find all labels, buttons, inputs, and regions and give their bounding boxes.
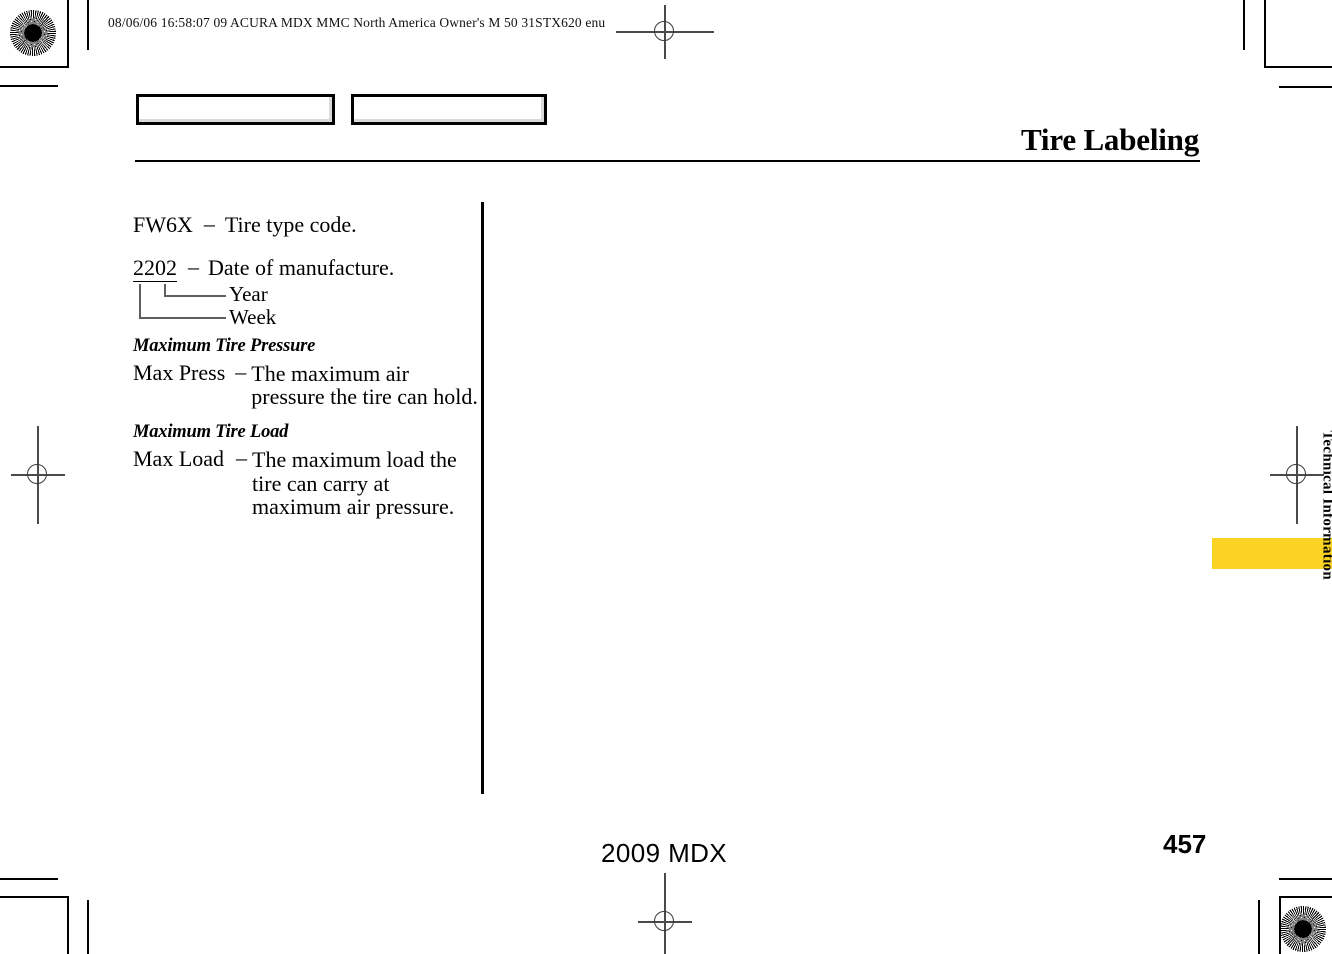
registration-crosshair-bottom-center <box>638 873 692 954</box>
leader-line-week-vertical <box>139 283 141 319</box>
leader-line-year-horizontal <box>164 294 226 297</box>
section-tab-label: Technical Information <box>1320 430 1332 580</box>
definition-description: The maximum air pressure the tire can ho… <box>251 360 478 410</box>
callout-label-week: Week <box>229 304 277 329</box>
crop-mark-bottom-left-vertical <box>67 896 69 954</box>
print-slug-line: 08/06/06 16:58:07 09 ACURA MDX MMC North… <box>108 15 606 30</box>
content-column: FW6X – Tire type code. 2202 – Date of ma… <box>133 211 478 520</box>
header-box-right <box>351 94 547 125</box>
definition-dash: – <box>203 211 215 236</box>
crop-mark-top-right-vertical <box>1264 0 1266 68</box>
title-divider-rule <box>135 160 1200 162</box>
crop-mark-top-left-vertical <box>67 0 69 68</box>
leader-line-week-horizontal <box>139 316 226 319</box>
definition-description: Tire type code. <box>224 212 357 237</box>
definition-date-of-manufacture: 2202 – Date of manufacture. <box>133 253 478 282</box>
page-title: Tire Labeling <box>1021 122 1199 157</box>
crop-mark-bottom-right-outer-horizontal <box>1279 878 1332 880</box>
crop-mark-top-right-outer-horizontal <box>1279 86 1332 88</box>
definition-description: The maximum load the tire can carry at m… <box>252 447 457 519</box>
footer-model-year: 2009 MDX <box>601 838 728 868</box>
crop-mark-top-right-horizontal <box>1264 66 1332 68</box>
callout-label-year: Year <box>229 281 268 306</box>
crop-mark-bottom-left-outer-vertical <box>87 900 89 954</box>
document-page: 08/06/06 16:58:07 09 ACURA MDX MMC North… <box>0 0 1332 954</box>
column-divider <box>481 202 484 794</box>
crop-mark-bottom-right-outer-vertical <box>1258 900 1260 954</box>
definition-term: Max Load <box>133 446 225 472</box>
header-box-left <box>136 94 335 125</box>
crop-mark-bottom-right-vertical <box>1279 896 1281 954</box>
definition-dash: – <box>236 445 248 471</box>
date-code-callout-diagram: Year Week <box>133 281 478 334</box>
definition-dash: – <box>188 253 199 279</box>
definition-max-load: Max Load – The maximum load the tire can… <box>133 445 478 519</box>
definition-tire-type-code: FW6X – Tire type code. <box>133 211 478 237</box>
section-tab-swatch <box>1212 538 1332 569</box>
crop-mark-top-left-outer-vertical <box>87 0 89 50</box>
registration-crosshair-right-center <box>1270 426 1324 524</box>
definition-description: Date of manufacture. <box>208 254 395 280</box>
registration-crosshair-left-center <box>11 426 65 524</box>
crop-mark-bottom-right-horizontal <box>1279 896 1332 898</box>
section-heading-maximum-tire-load: Maximum Tire Load <box>133 422 289 443</box>
crop-mark-top-left-horizontal <box>0 66 68 68</box>
section-heading-maximum-tire-pressure: Maximum Tire Pressure <box>133 335 316 356</box>
crop-mark-bottom-left-outer-horizontal <box>0 878 58 880</box>
crop-mark-top-right-outer-vertical <box>1243 0 1245 50</box>
registration-starburst-top-left <box>10 10 56 56</box>
crop-mark-bottom-left-horizontal <box>0 896 68 898</box>
registration-starburst-bottom-right <box>1280 906 1326 952</box>
footer-page-number: 457 <box>1163 829 1207 859</box>
definition-max-press: Max Press – The maximum air pressure the… <box>133 358 478 410</box>
registration-crosshair-top-center <box>616 5 714 59</box>
definition-term: FW6X <box>133 212 193 237</box>
definition-term: Max Press <box>133 359 226 385</box>
definition-term: 2202 <box>133 254 177 282</box>
definition-dash: – <box>235 358 247 384</box>
crop-mark-top-left-outer-horizontal <box>0 85 58 87</box>
